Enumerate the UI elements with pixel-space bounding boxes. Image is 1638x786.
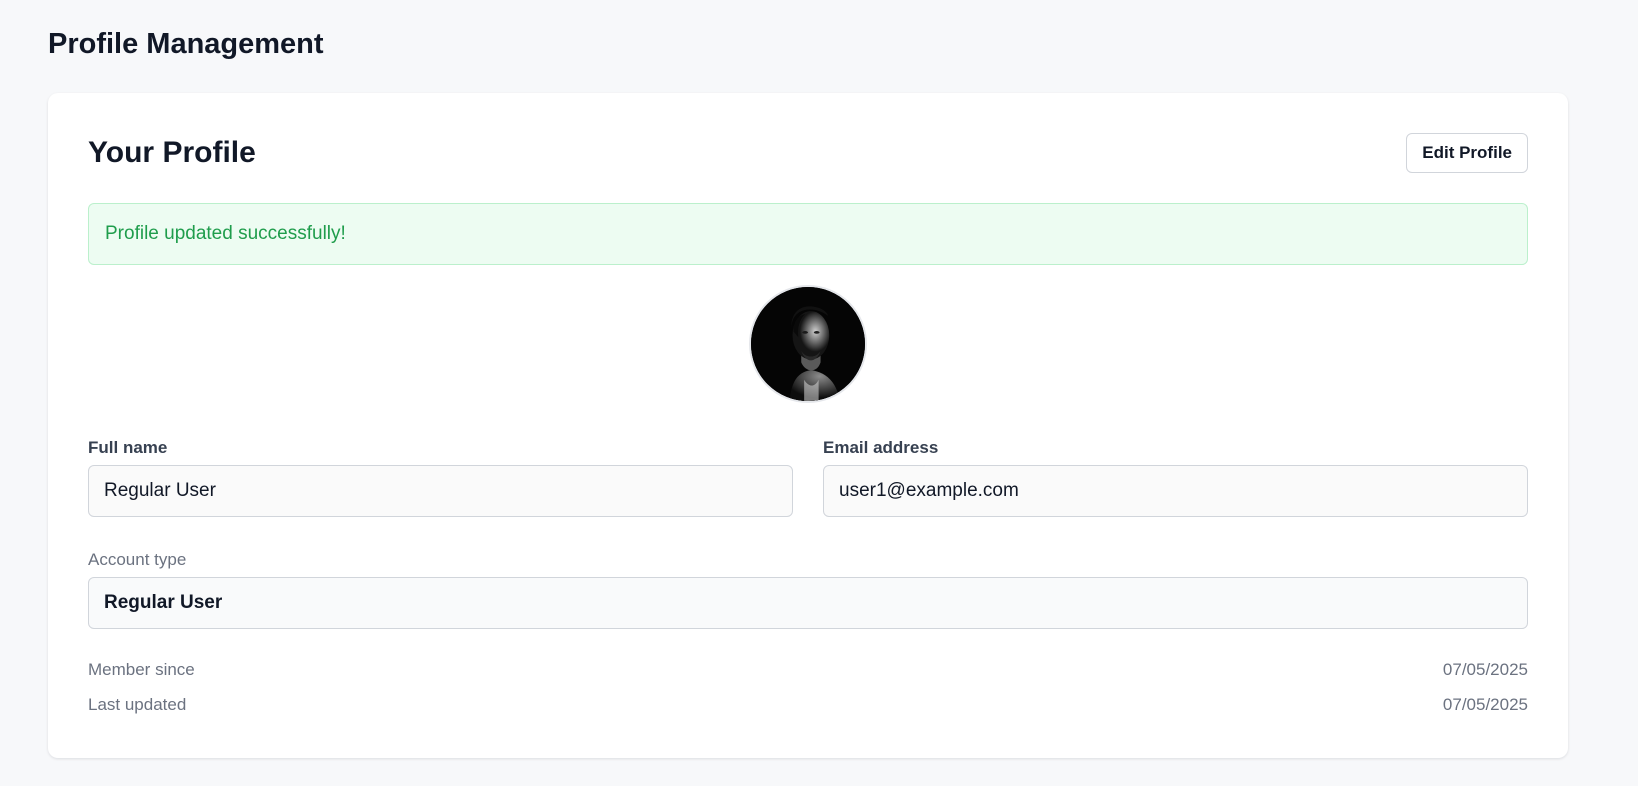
last-updated-label: Last updated xyxy=(88,695,187,714)
edit-profile-button[interactable]: Edit Profile xyxy=(1406,133,1528,173)
last-updated-value: 07/05/2025 xyxy=(1442,695,1528,714)
email-field[interactable] xyxy=(823,465,1528,517)
email-address-label: Email address xyxy=(823,438,939,457)
page-title: Profile Management xyxy=(48,28,324,60)
profile-card-title: Your Profile xyxy=(88,136,256,169)
full-name-field[interactable] xyxy=(88,465,793,517)
member-since-row: Member since 07/05/2025 xyxy=(88,658,1528,682)
account-type-value: Regular User xyxy=(88,577,1528,629)
profile-avatar xyxy=(749,285,867,403)
member-since-label: Member since xyxy=(88,660,195,679)
profile-card: Your Profile Edit Profile Profile update… xyxy=(48,93,1568,758)
member-since-value: 07/05/2025 xyxy=(1442,660,1528,679)
success-alert: Profile updated successfully! xyxy=(88,203,1528,265)
account-type-text: Regular User xyxy=(104,592,223,613)
last-updated-row: Last updated 07/05/2025 xyxy=(88,693,1528,717)
avatar-photo-icon xyxy=(751,287,865,401)
full-name-label: Full name xyxy=(88,438,168,457)
account-type-label: Account type xyxy=(88,550,187,569)
success-alert-message: Profile updated successfully! xyxy=(105,223,346,244)
